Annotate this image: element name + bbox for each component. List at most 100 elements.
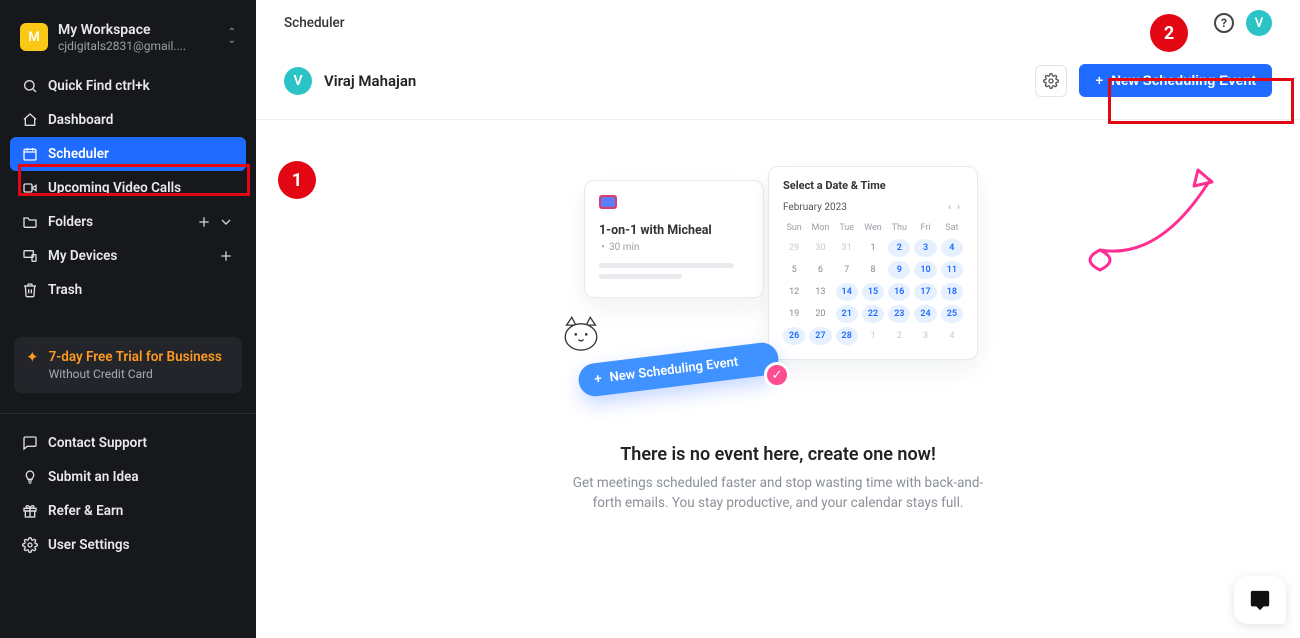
add-device-button[interactable] [218, 248, 234, 264]
sidebar-item-contact-support[interactable]: Contact Support [10, 426, 246, 460]
sidebar-item-label: Trash [48, 282, 82, 298]
quick-find[interactable]: Quick Find ctrl+k [10, 69, 246, 103]
sidebar-item-label: My Devices [48, 248, 117, 264]
sparkle-icon: ✦ [26, 350, 39, 381]
panel-body: 1-on-1 with Micheal ◔ 30 min Select a Dat… [256, 119, 1300, 617]
illus-pill-label: New Scheduling Event [609, 355, 739, 386]
cal-day: 7 [836, 261, 858, 279]
cal-day: 25 [941, 305, 963, 323]
cal-day: 31 [836, 239, 858, 257]
cal-day: 28 [836, 327, 858, 345]
empty-state-title: There is no event here, create one now! [620, 444, 936, 465]
cal-weekday: Tue [836, 221, 858, 235]
sidebar-item-label: Contact Support [48, 435, 147, 451]
cal-day: 16 [888, 283, 910, 301]
panel-header: V Viraj Mahajan + New Scheduling Event [256, 46, 1300, 119]
cal-day: 1 [862, 327, 884, 345]
devices-icon [22, 248, 38, 264]
sidebar-item-upcoming-calls[interactable]: Upcoming Video Calls [10, 171, 246, 205]
scheduler-settings-button[interactable] [1035, 65, 1067, 97]
sidebar-item-label: Dashboard [48, 112, 113, 128]
video-icon [22, 180, 38, 196]
panel-user-name: Viraj Mahajan [324, 72, 416, 90]
add-folder-button[interactable] [196, 214, 212, 230]
cal-weekday: Thu [888, 221, 910, 235]
divider [0, 413, 256, 414]
cal-day: 18 [941, 283, 963, 301]
sidebar-item-label: User Settings [48, 537, 130, 553]
user-avatar[interactable]: V [1246, 10, 1272, 36]
placeholder-line [599, 274, 682, 279]
cal-weekday: Wen [862, 221, 884, 235]
cal-day: 8 [862, 261, 884, 279]
plus-icon: + [1095, 73, 1103, 88]
sidebar-item-label: Submit an Idea [48, 469, 139, 485]
empty-state-illustration: 1-on-1 with Micheal ◔ 30 min Select a Dat… [578, 166, 978, 416]
breadcrumb: Scheduler [284, 15, 345, 31]
app-logo-icon [599, 195, 617, 209]
workspace-switcher[interactable]: M My Workspace cjdigitals2831@gmail.... … [10, 14, 246, 63]
workspace-avatar: M [20, 23, 48, 51]
chevron-down-icon[interactable] [218, 214, 234, 230]
sidebar-item-scheduler[interactable]: Scheduler [10, 137, 246, 171]
chat-widget-button[interactable] [1234, 576, 1286, 624]
cal-weekday: Mon [809, 221, 831, 235]
cal-day: 15 [862, 283, 884, 301]
illus-calendar-grid: SunMonTueWenThuFriSat2930311234567891011… [783, 221, 963, 345]
check-circle-icon: ✓ [764, 362, 790, 388]
home-icon [22, 112, 38, 128]
panel-user-avatar: V [284, 67, 312, 95]
support-icon [22, 435, 38, 451]
new-scheduling-event-button[interactable]: + New Scheduling Event [1079, 64, 1272, 97]
chevron-right-icon: › [954, 202, 963, 213]
clock-icon: ◔ [599, 242, 605, 253]
cal-day: 13 [809, 283, 831, 301]
illus-calendar-month: February 2023 [783, 202, 847, 213]
workspace-email: cjdigitals2831@gmail.... [58, 39, 228, 53]
placeholder-line [599, 263, 734, 268]
cal-day: 9 [888, 261, 910, 279]
sidebar-item-user-settings[interactable]: User Settings [10, 528, 246, 562]
sidebar-item-trash[interactable]: Trash [10, 273, 246, 307]
gift-icon [22, 503, 38, 519]
cal-day: 19 [783, 305, 805, 323]
calendar-icon [22, 146, 38, 162]
cal-day: 5 [783, 261, 805, 279]
sidebar-item-my-devices[interactable]: My Devices [10, 239, 246, 273]
folder-icon [22, 214, 38, 230]
sidebar-item-folders[interactable]: Folders [10, 205, 246, 239]
illus-event-title: 1-on-1 with Micheal [599, 223, 749, 238]
cal-day: 21 [836, 305, 858, 323]
cal-day: 29 [783, 239, 805, 257]
idea-icon [22, 469, 38, 485]
cal-day: 22 [862, 305, 884, 323]
help-icon[interactable]: ? [1214, 13, 1234, 33]
cal-day: 10 [914, 261, 936, 279]
illus-new-event-pill: + New Scheduling Event [577, 341, 780, 398]
chevron-left-icon: ‹ [945, 202, 954, 213]
sidebar: M My Workspace cjdigitals2831@gmail.... … [0, 0, 256, 638]
illus-event-duration: 30 min [609, 242, 639, 253]
chat-icon [1249, 589, 1271, 611]
cal-day: 4 [941, 327, 963, 345]
trial-subtitle: Without Credit Card [49, 367, 222, 381]
sidebar-item-refer-earn[interactable]: Refer & Earn [10, 494, 246, 528]
illus-calendar-card: Select a Date & Time February 2023 ‹ › S… [768, 166, 978, 360]
cal-weekday: Sun [783, 221, 805, 235]
sidebar-item-dashboard[interactable]: Dashboard [10, 103, 246, 137]
cal-day: 17 [914, 283, 936, 301]
gear-icon [1043, 73, 1059, 89]
trash-icon [22, 282, 38, 298]
cal-day: 6 [809, 261, 831, 279]
topbar: Scheduler ? V [256, 0, 1300, 46]
trial-card[interactable]: ✦ 7-day Free Trial for Business Without … [14, 337, 242, 393]
cal-day: 27 [809, 327, 831, 345]
sidebar-item-submit-idea[interactable]: Submit an Idea [10, 460, 246, 494]
cal-day: 24 [914, 305, 936, 323]
chevron-updown-icon: ⌃⌄ [228, 29, 236, 45]
cal-weekday: Fri [914, 221, 936, 235]
cal-day: 3 [914, 327, 936, 345]
cal-weekday: Sat [941, 221, 963, 235]
cal-day: 2 [888, 327, 910, 345]
illus-event-card: 1-on-1 with Micheal ◔ 30 min [584, 180, 764, 298]
